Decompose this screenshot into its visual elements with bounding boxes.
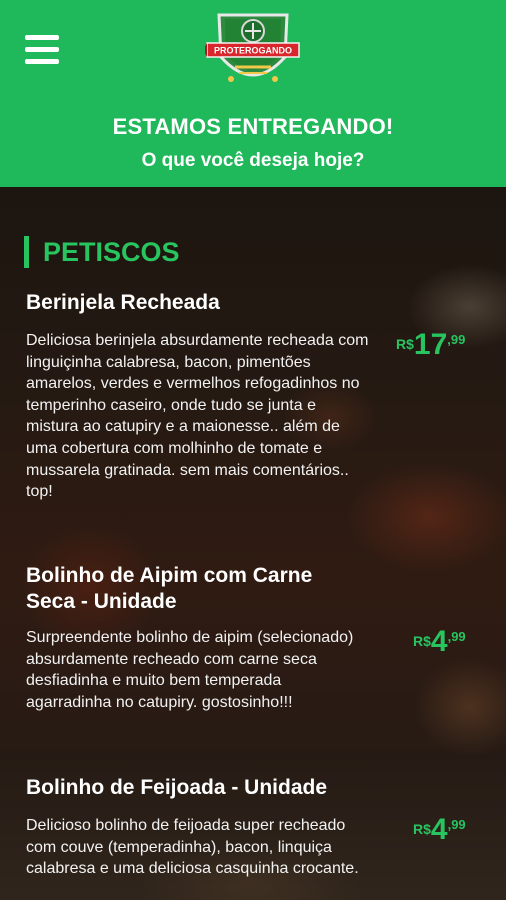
price-cents: ,99 bbox=[447, 629, 466, 644]
menu-item-description: Delicioso bolinho de feijoada super rech… bbox=[26, 817, 359, 878]
app-header: PROTEROGANDO ESTAMOS ENTREGANDO! O que v… bbox=[0, 0, 506, 187]
price-cents: ,99 bbox=[447, 817, 466, 832]
section-title-petiscos: PETISCOS bbox=[24, 236, 180, 268]
page-subtitle: O que você deseja hoje? bbox=[141, 150, 365, 171]
menu-item-description: Surpreendente bolinho de aipim (selecion… bbox=[26, 629, 354, 711]
menu-bar-icon bbox=[25, 59, 59, 64]
menu-bar-icon bbox=[25, 35, 59, 40]
price-currency: R$ bbox=[413, 821, 431, 837]
menu-item-name[interactable]: Bolinho de Feijoada - Unidade bbox=[26, 775, 366, 801]
menu-item-price[interactable]: R$17,99 bbox=[396, 330, 465, 360]
menu-item-price[interactable]: R$4,99 bbox=[413, 627, 466, 657]
page-headline: ESTAMOS ENTREGANDO! bbox=[112, 114, 394, 139]
menu-item-price[interactable]: R$4,99 bbox=[413, 815, 466, 845]
price-integer: 4 bbox=[430, 625, 448, 658]
restaurant-logo[interactable]: PROTEROGANDO bbox=[205, 5, 301, 97]
price-cents: ,99 bbox=[447, 332, 466, 347]
price-currency: R$ bbox=[413, 633, 431, 649]
menu-item-name[interactable]: Berinjela Recheada bbox=[26, 290, 366, 316]
price-integer: 4 bbox=[430, 813, 448, 846]
menu-item-name[interactable]: Bolinho de Aipim com Carne Seca - Unidad… bbox=[26, 563, 366, 615]
hamburger-menu-button[interactable] bbox=[25, 35, 61, 67]
menu-bar-icon bbox=[25, 47, 59, 52]
logo-text: PROTEROGANDO bbox=[214, 46, 292, 56]
menu-item-description: Deliciosa berinjela absurdamente rechead… bbox=[26, 332, 369, 501]
price-currency: R$ bbox=[396, 336, 414, 352]
price-integer: 17 bbox=[413, 328, 448, 361]
